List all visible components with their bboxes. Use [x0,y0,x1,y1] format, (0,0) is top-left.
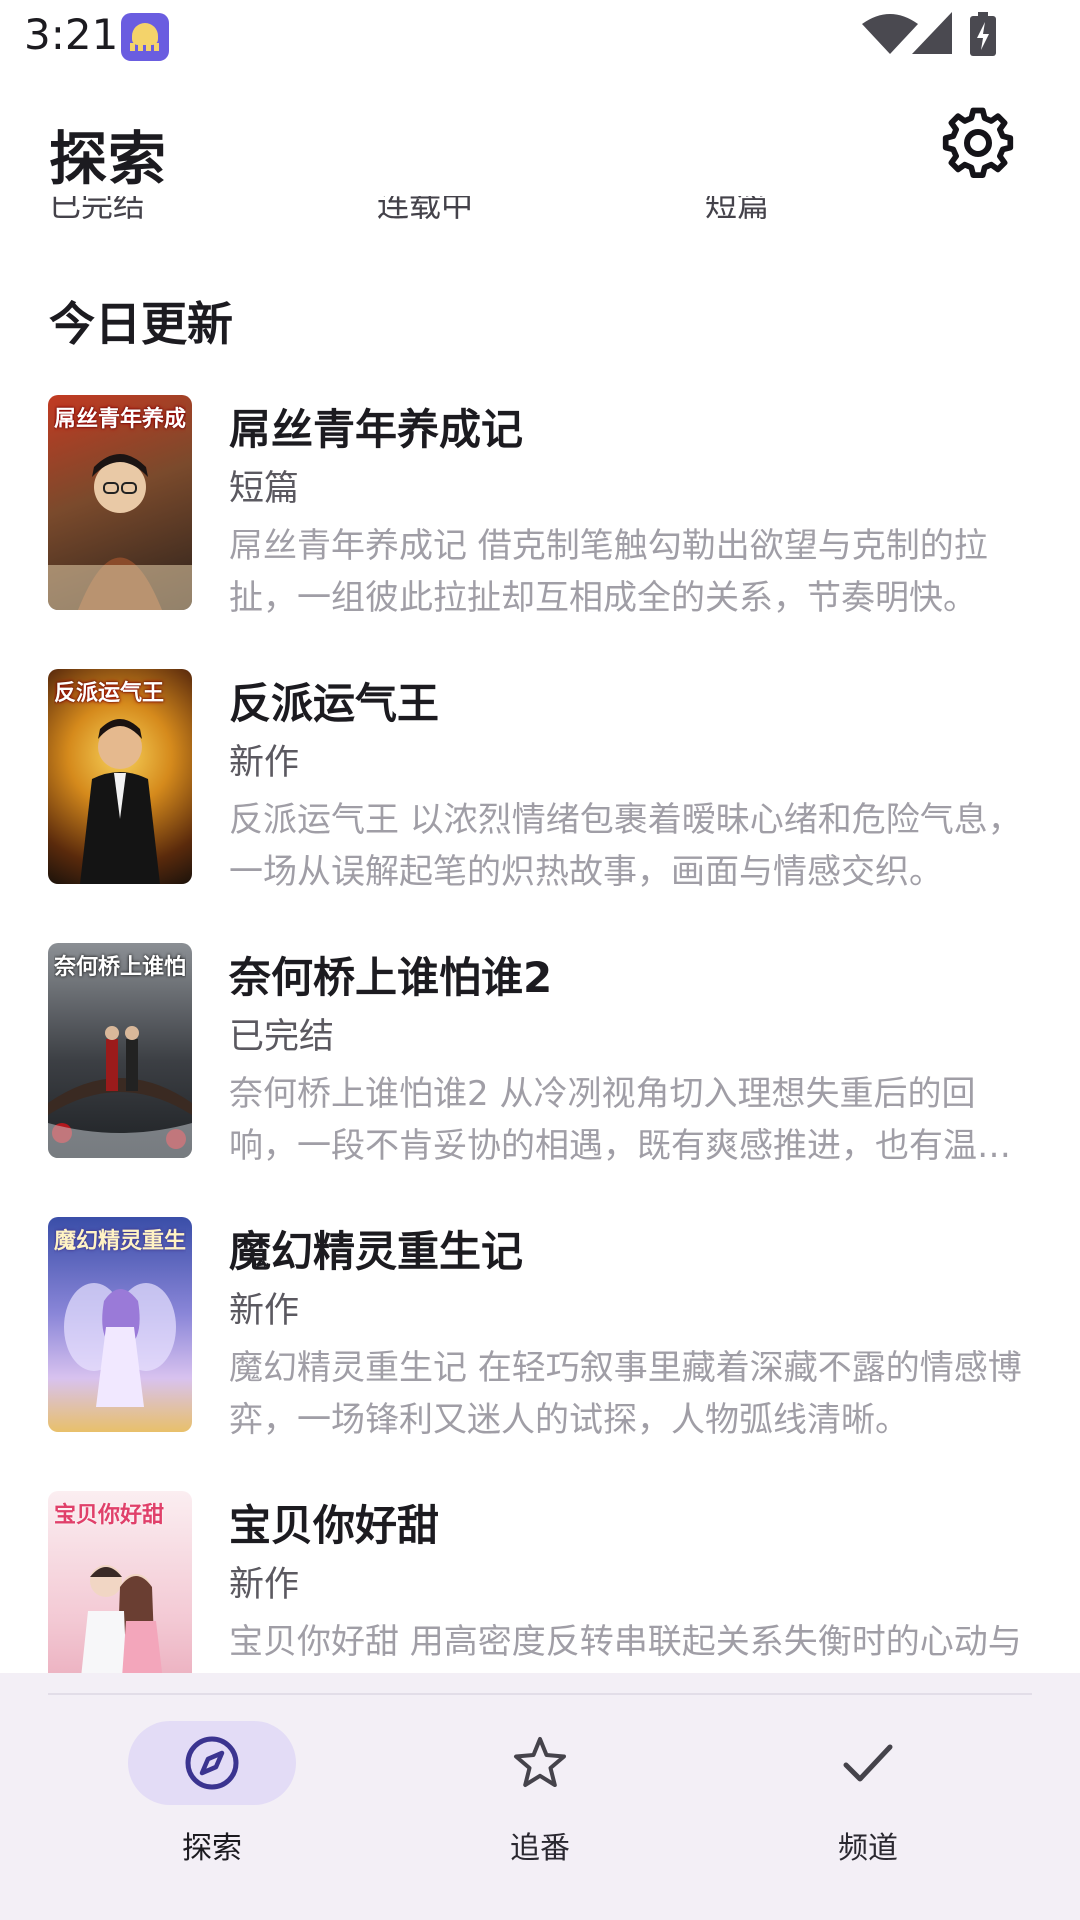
nav-tab-follow[interactable]: 追番 [416,1721,656,1866]
page-title: 探索 [49,125,168,193]
cover-image: 屌丝青年养成记 [48,395,192,610]
today-update-list: 屌丝青年养成记 屌丝青年养成记 短篇 屌丝青年养成记 借克制笔触勾勒出欲望与克制… [0,390,1080,1673]
cover-image: 宝贝你好甜 [48,1491,192,1673]
nav-divider [48,1693,1032,1695]
check-icon [843,1744,893,1782]
cover-figure [48,1026,192,1158]
item-title: 奈何桥上谁怕谁2 [229,953,553,1002]
chip-completed[interactable]: 已完结 [49,196,145,224]
section-title-today-updates: 今日更新 [49,297,233,351]
app-notification-icon [121,13,169,61]
item-description: 屌丝青年养成记 借克制笔触勾勒出欲望与克制的拉扯，一组彼此拉扯却互相成全的关系，… [229,526,988,618]
chip-short[interactable]: 短篇 [705,196,769,224]
item-tag: 新作 [229,1565,300,1605]
filter-chip-row: 已完结 连载中 短篇 [0,196,1080,224]
item-tag: 新作 [229,743,300,783]
battery-charging-icon [970,12,996,56]
nav-label: 频道 [838,1831,898,1866]
item-description: 奈何桥上谁怕谁2 从冷冽视角切入理想失重后的回响，一段不肯妥协的相遇，既有爽感推… [229,1074,977,1166]
chip-ongoing[interactable]: 连载中 [377,196,473,224]
cellular-signal-icon [912,12,952,54]
item-title: 屌丝青年养成记 [229,405,524,454]
status-bar: 3:21 [0,0,1080,72]
item-description: 反派运气王 以浓烈情绪包裹着暧昧心绪和危险气息，一场从误解起笔的炽热故事，画面与… [229,800,1022,892]
item-description: 宝贝你好甜 用高密度反转串联起关系失衡时的心动与成长。 [229,1622,1022,1662]
item-title: 宝贝你好甜 [229,1501,440,1550]
nav-label: 追番 [510,1831,570,1866]
star-icon [514,1737,566,1787]
cover-figure [48,454,192,610]
nav-tab-channel[interactable]: 频道 [744,1721,984,1866]
cover-image: 奈何桥上谁怕谁 [48,943,192,1158]
cover-figure [80,719,160,884]
nav-tab-explore[interactable]: 探索 [88,1721,328,1866]
status-time: 3:21 [24,10,119,59]
list-item[interactable]: 屌丝青年养成记 屌丝青年养成记 短篇 屌丝青年养成记 借克制笔触勾勒出欲望与克制… [0,390,1080,620]
item-tag: 短篇 [229,469,300,509]
nav-label: 探索 [182,1831,242,1866]
list-item[interactable]: 奈何桥上谁怕谁 奈何桥上谁怕谁2 已完结 奈何桥上谁怕谁2 从冷冽视角切入理想失… [0,938,1080,1168]
item-title: 反派运气王 [229,679,440,728]
item-description: 魔幻精灵重生记 在轻巧叙事里藏着深藏不露的情感博弈，一场锋利又迷人的试探，人物弧… [229,1348,1022,1440]
wifi-icon [862,14,918,54]
list-item[interactable]: 反派运气王 反派运气王 新作 反派运气王 以浓烈情绪包裹着暧昧心绪和危险气息，一… [0,664,1080,894]
cover-image: 反派运气王 [48,669,192,884]
cover-figure [64,1283,176,1407]
bottom-navigation-bar: 探索 追番 频道 [0,1673,1080,1920]
cover-image: 魔幻精灵重生记 [48,1217,192,1432]
settings-gear-icon[interactable] [940,105,1016,181]
list-item[interactable]: 宝贝你好甜 宝贝你好甜 新作 宝贝你好甜 用高密度反转串联起关系失衡时的心动与成… [0,1486,1080,1673]
item-tag: 已完结 [229,1017,335,1057]
item-tag: 新作 [229,1291,300,1331]
compass-icon [185,1736,239,1790]
item-title: 魔幻精灵重生记 [229,1227,524,1276]
cover-figure [81,1565,163,1673]
list-item[interactable]: 魔幻精灵重生记 魔幻精灵重生记 新作 魔幻精灵重生记 在轻巧叙事里藏着深藏不露的… [0,1212,1080,1442]
